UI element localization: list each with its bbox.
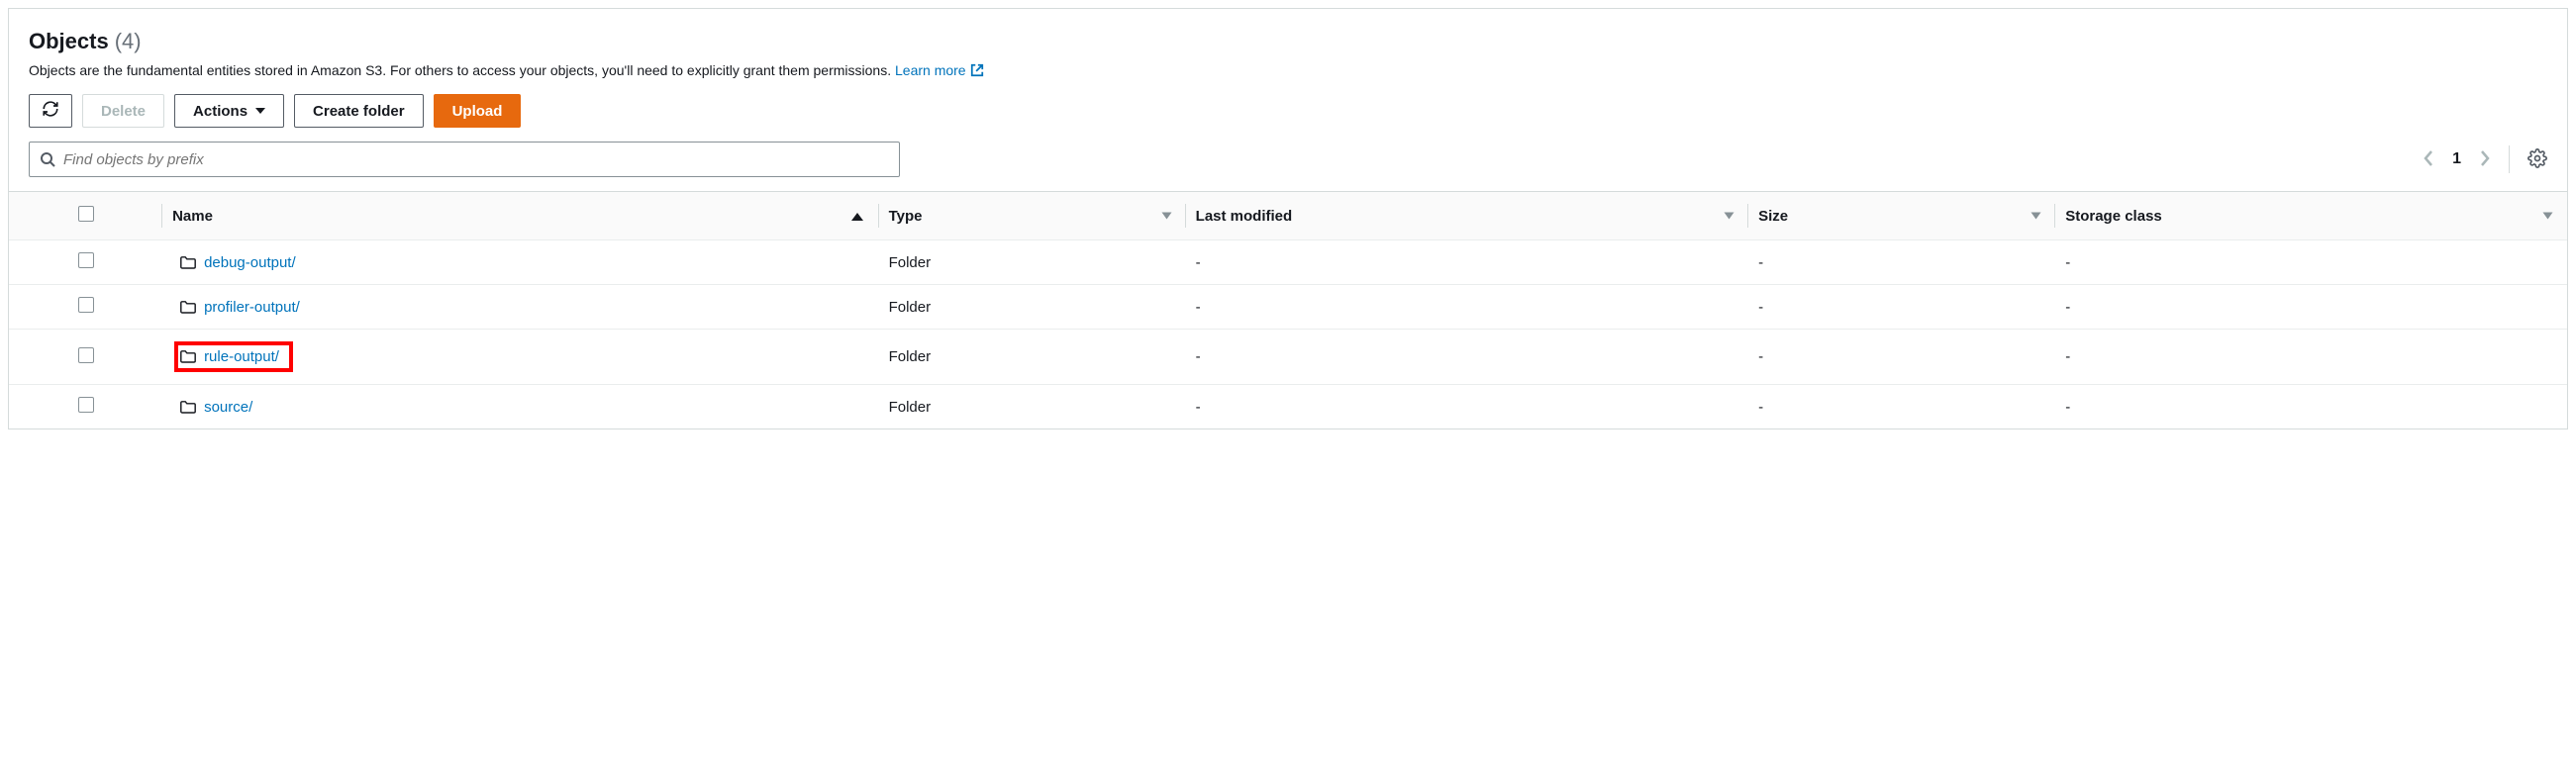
header-select-all[interactable] bbox=[9, 192, 162, 240]
page-number: 1 bbox=[2452, 150, 2461, 168]
highlighted-row: rule-output/ bbox=[174, 341, 293, 372]
checkbox[interactable] bbox=[78, 206, 94, 222]
cell-storage-class: - bbox=[2055, 385, 2567, 429]
header-size[interactable]: Size bbox=[1748, 192, 2055, 240]
sort-asc-icon bbox=[851, 208, 863, 225]
folder-icon bbox=[180, 401, 196, 415]
panel-description: Objects are the fundamental entities sto… bbox=[29, 62, 2547, 78]
cell-size: - bbox=[1748, 285, 2055, 330]
cell-type: Folder bbox=[879, 330, 1186, 385]
refresh-icon bbox=[42, 100, 59, 122]
object-name-link[interactable]: profiler-output/ bbox=[204, 299, 300, 316]
external-link-icon bbox=[970, 63, 984, 77]
objects-table: Name Type Last modified bbox=[9, 191, 2567, 429]
header-size-label: Size bbox=[1758, 208, 1788, 225]
cell-name: debug-output/ bbox=[162, 240, 879, 285]
cell-name: rule-output/ bbox=[162, 330, 879, 385]
actions-label: Actions bbox=[193, 103, 248, 120]
header-last-modified-label: Last modified bbox=[1196, 208, 1293, 225]
table-row: rule-output/Folder--- bbox=[9, 330, 2567, 385]
actions-button[interactable]: Actions bbox=[174, 94, 284, 128]
cell-last-modified: - bbox=[1186, 385, 1748, 429]
cell-type: Folder bbox=[879, 385, 1186, 429]
refresh-button[interactable] bbox=[29, 94, 72, 128]
header-name-label: Name bbox=[172, 208, 213, 225]
prev-page-button[interactable] bbox=[2423, 149, 2434, 170]
cell-storage-class: - bbox=[2055, 330, 2567, 385]
panel-title: Objects bbox=[29, 29, 109, 54]
filter-icon bbox=[2544, 208, 2551, 225]
cell-size: - bbox=[1748, 385, 2055, 429]
search-input[interactable] bbox=[63, 151, 889, 168]
cell-storage-class: - bbox=[2055, 285, 2567, 330]
cell-storage-class: - bbox=[2055, 240, 2567, 285]
filter-icon bbox=[2032, 208, 2039, 225]
next-page-button[interactable] bbox=[2479, 149, 2491, 170]
object-name-link[interactable]: debug-output/ bbox=[204, 254, 296, 271]
header-storage-class[interactable]: Storage class bbox=[2055, 192, 2567, 240]
delete-button[interactable]: Delete bbox=[82, 94, 164, 128]
folder-icon bbox=[180, 350, 196, 364]
object-name-link[interactable]: source/ bbox=[204, 399, 252, 416]
cell-name: source/ bbox=[162, 385, 879, 429]
caret-down-icon bbox=[255, 108, 265, 114]
header-type-label: Type bbox=[889, 208, 923, 225]
search-box[interactable] bbox=[29, 142, 900, 177]
cell-last-modified: - bbox=[1186, 330, 1748, 385]
folder-icon bbox=[180, 256, 196, 270]
header-name[interactable]: Name bbox=[162, 192, 879, 240]
cell-last-modified: - bbox=[1186, 240, 1748, 285]
pagination: 1 bbox=[2423, 145, 2547, 173]
row-checkbox[interactable] bbox=[78, 397, 94, 413]
table-row: profiler-output/Folder--- bbox=[9, 285, 2567, 330]
learn-more-link[interactable]: Learn more bbox=[895, 62, 984, 78]
row-checkbox[interactable] bbox=[78, 252, 94, 268]
cell-size: - bbox=[1748, 330, 2055, 385]
settings-button[interactable] bbox=[2527, 148, 2547, 171]
table-row: source/Folder--- bbox=[9, 385, 2567, 429]
divider bbox=[2509, 145, 2510, 173]
cell-last-modified: - bbox=[1186, 285, 1748, 330]
search-icon bbox=[40, 151, 55, 167]
description-text: Objects are the fundamental entities sto… bbox=[29, 62, 891, 78]
filter-icon bbox=[1163, 208, 1170, 225]
row-checkbox[interactable] bbox=[78, 297, 94, 313]
row-checkbox[interactable] bbox=[78, 347, 94, 363]
upload-button[interactable]: Upload bbox=[434, 94, 522, 128]
header-type[interactable]: Type bbox=[879, 192, 1186, 240]
cell-type: Folder bbox=[879, 240, 1186, 285]
learn-more-text: Learn more bbox=[895, 62, 966, 78]
create-folder-button[interactable]: Create folder bbox=[294, 94, 424, 128]
toolbar: Delete Actions Create folder Upload bbox=[29, 94, 2547, 128]
cell-name: profiler-output/ bbox=[162, 285, 879, 330]
header-last-modified[interactable]: Last modified bbox=[1186, 192, 1748, 240]
objects-panel: Objects (4) Objects are the fundamental … bbox=[8, 8, 2568, 429]
table-row: debug-output/Folder--- bbox=[9, 240, 2567, 285]
filter-icon bbox=[1726, 208, 1733, 225]
object-name-link[interactable]: rule-output/ bbox=[204, 348, 279, 365]
cell-size: - bbox=[1748, 240, 2055, 285]
folder-icon bbox=[180, 301, 196, 315]
object-count: (4) bbox=[115, 29, 142, 54]
cell-type: Folder bbox=[879, 285, 1186, 330]
header-storage-class-label: Storage class bbox=[2065, 208, 2162, 225]
